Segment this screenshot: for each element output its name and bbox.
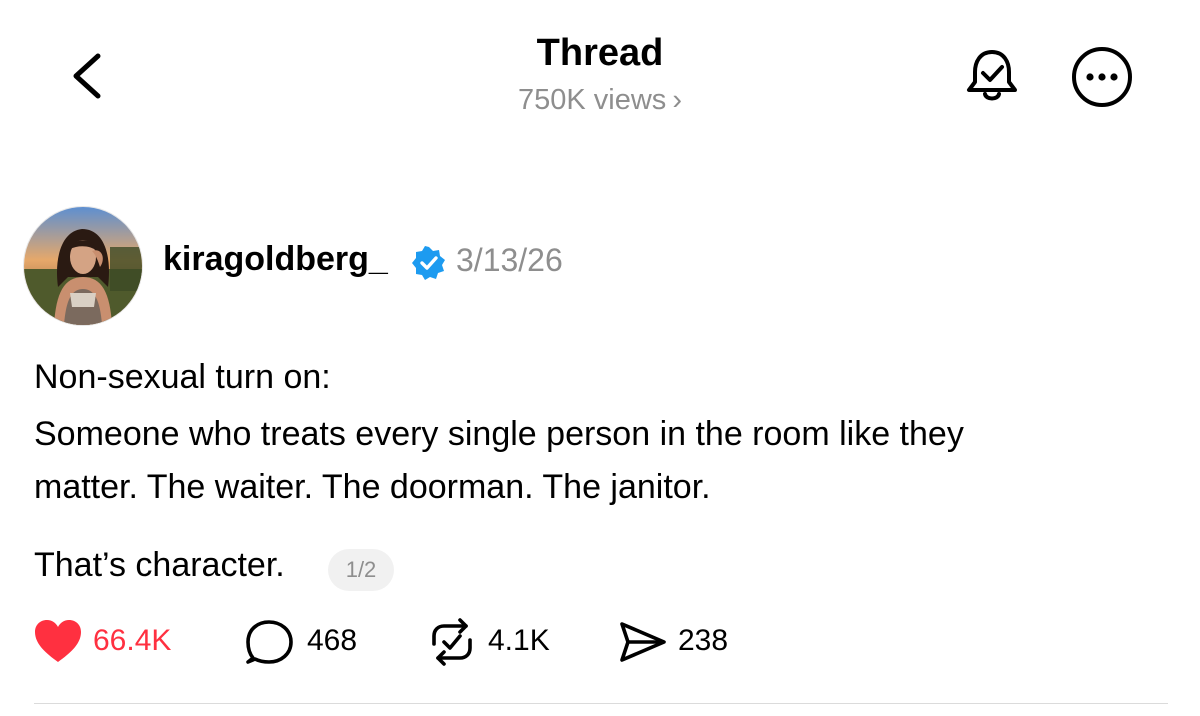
profile-photo bbox=[24, 207, 142, 325]
thread-page-badge: 1/2 bbox=[328, 549, 394, 591]
chevron-right-icon: › bbox=[672, 84, 682, 116]
top-bar: Thread 750K views › bbox=[0, 0, 1200, 140]
heart-filled-icon bbox=[35, 620, 81, 662]
bell-check-icon bbox=[967, 50, 1017, 101]
post-date: 3/13/26 bbox=[456, 242, 563, 278]
like-button[interactable]: 66.4K bbox=[33, 618, 193, 666]
views-count: 750K views bbox=[518, 84, 667, 116]
repost-icon bbox=[432, 618, 472, 666]
more-options-button[interactable] bbox=[1068, 46, 1136, 108]
like-count: 66.4K bbox=[93, 624, 172, 657]
more-circle-icon bbox=[1072, 47, 1132, 107]
comment-button[interactable]: 468 bbox=[245, 618, 375, 666]
share-count: 238 bbox=[678, 624, 729, 657]
notify-button[interactable] bbox=[960, 44, 1024, 108]
post-text-line: Someone who treats every single person i… bbox=[34, 415, 964, 453]
username[interactable]: kiragoldberg_ bbox=[163, 240, 388, 279]
send-icon bbox=[620, 622, 666, 662]
divider bbox=[34, 703, 1168, 704]
post-text-line: Non-sexual turn on: bbox=[34, 358, 331, 396]
share-button[interactable]: 238 bbox=[618, 618, 748, 666]
post-text-line: That’s character. bbox=[34, 546, 285, 584]
avatar[interactable] bbox=[23, 206, 143, 326]
comment-count: 468 bbox=[307, 624, 358, 657]
verified-badge-icon bbox=[412, 246, 445, 280]
comment-bubble-icon bbox=[246, 620, 293, 664]
repost-button[interactable]: 4.1K bbox=[426, 618, 566, 666]
post-text-line: matter. The waiter. The doorman. The jan… bbox=[34, 468, 711, 506]
repost-count: 4.1K bbox=[488, 624, 550, 657]
